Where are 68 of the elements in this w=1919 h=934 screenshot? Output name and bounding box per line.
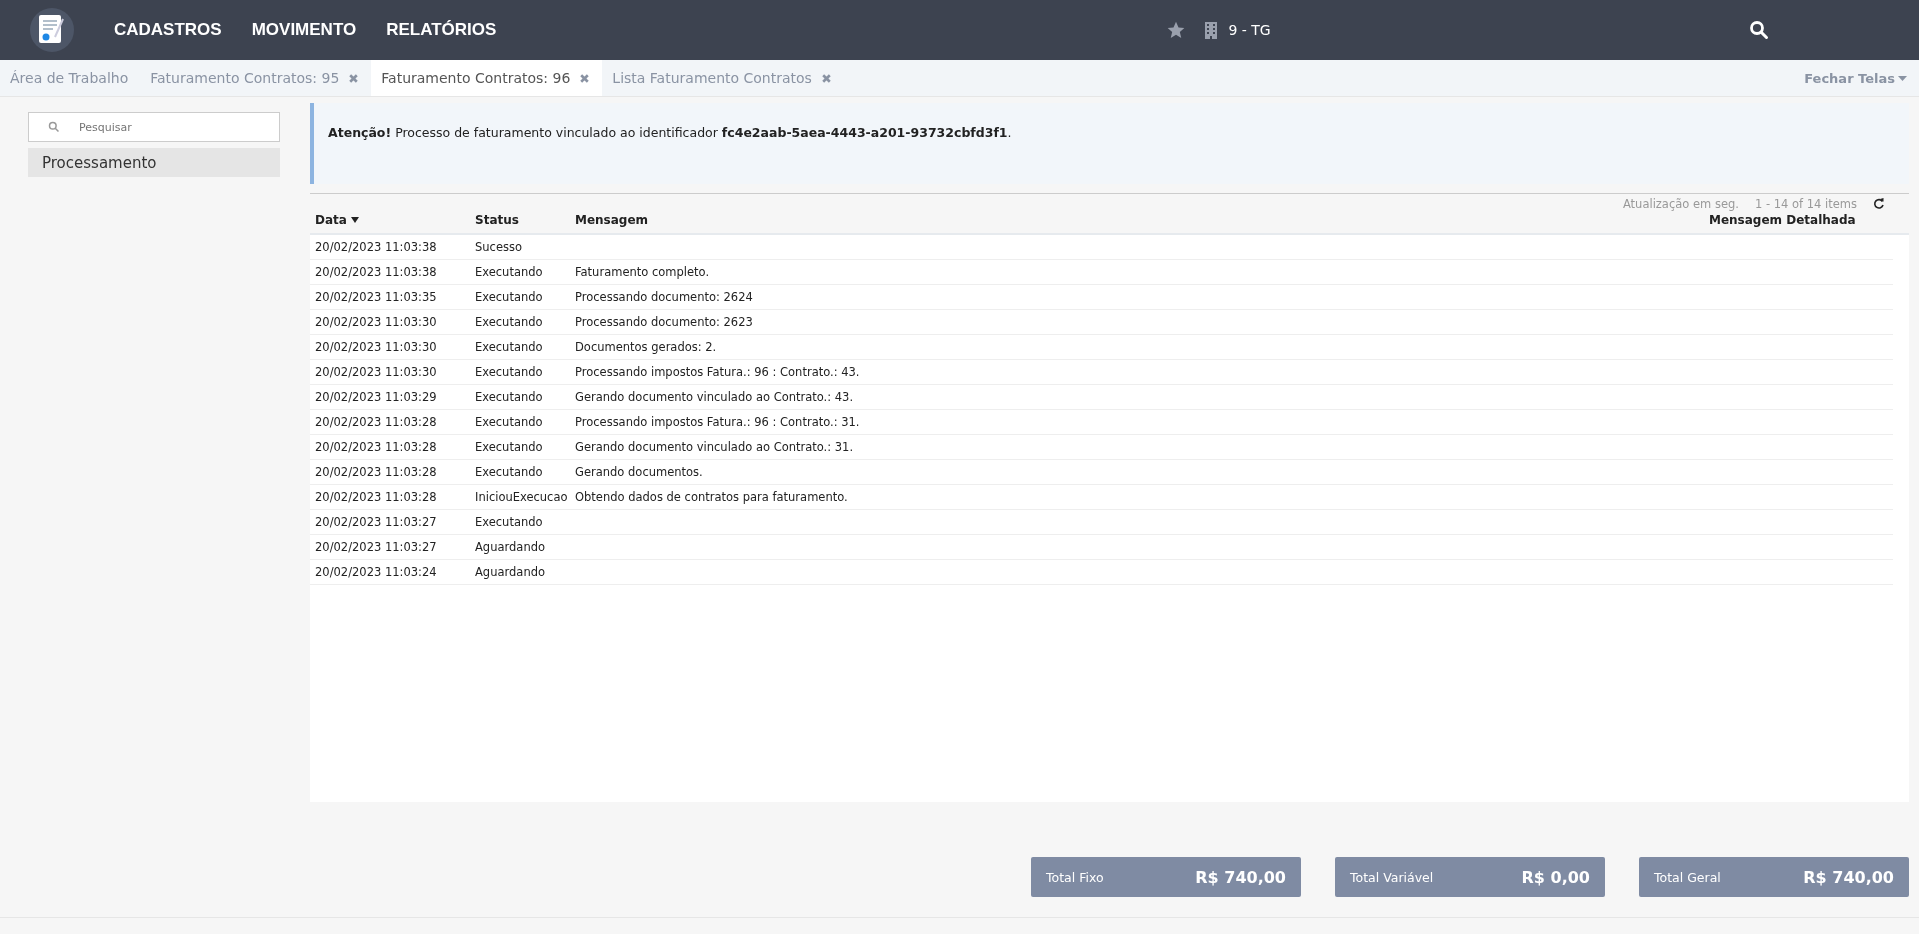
table-cell: 20/02/2023 11:03:30 [315, 365, 437, 379]
star-icon[interactable] [1166, 20, 1187, 40]
table-cell: Gerando documentos. [575, 465, 703, 479]
table-cell: 20/02/2023 11:03:27 [315, 540, 437, 554]
table-cell: Processando impostos Fatura.: 96 : Contrato.: 31. [575, 415, 860, 429]
table-cell: 20/02/2023 11:03:29 [315, 390, 437, 404]
table-cell: 20/02/2023 11:03:28 [315, 440, 437, 454]
screen-tab[interactable]: Faturamento Contratos: 96 [371, 60, 603, 96]
company-label[interactable]: 9 - TG [1228, 22, 1271, 38]
total-label: Total Geral [1654, 869, 1721, 885]
close-icon[interactable] [348, 72, 360, 84]
column-header[interactable]: Data [310, 213, 475, 227]
table-cell: 20/02/2023 11:03:38 [315, 240, 437, 254]
total-value: R$ 0,00 [1521, 867, 1590, 887]
table-cell: Aguardando [475, 565, 545, 579]
table-cell: Obtendo dados de contratos para faturamento. [575, 490, 848, 504]
total-value: R$ 740,00 [1803, 867, 1894, 887]
table-cell: Documentos gerados: 2. [575, 340, 717, 354]
table-cell: 20/02/2023 11:03:30 [315, 340, 437, 354]
building-icon [1204, 21, 1219, 39]
table-cell: Executando [475, 515, 543, 529]
table-cell: Processando documento: 2623 [575, 315, 753, 329]
table-cell: Executando [475, 315, 543, 329]
table-cell: Executando [475, 340, 543, 354]
search-icon[interactable] [1749, 20, 1769, 40]
table-cell: Executando [475, 265, 543, 279]
table-cell: 20/02/2023 11:03:35 [315, 290, 437, 304]
table-cell: 20/02/2023 11:03:28 [315, 415, 437, 429]
table-cell: Executando [475, 415, 543, 429]
sidebar-item[interactable]: Processamento [28, 148, 280, 177]
refresh-label: Atualização em seg. [1622, 197, 1739, 211]
caret-icon [1898, 75, 1907, 81]
table-cell: 20/02/2023 11:03:28 [315, 465, 437, 479]
table-cell: Executando [475, 390, 543, 404]
table-cell: Executando [475, 440, 543, 454]
column-header[interactable]: Status [475, 213, 575, 227]
table-cell: 20/02/2023 11:03:24 [315, 565, 437, 579]
table-cell: Executando [475, 365, 543, 379]
table-cell: IniciouExecucao [475, 490, 568, 504]
close-icon[interactable] [579, 72, 591, 84]
table-cell: Executando [475, 465, 543, 479]
nav-menu-item[interactable]: MOVIMENTO [251, 20, 357, 40]
document-logo-icon[interactable] [30, 8, 74, 52]
table-cell: Faturamento completo. [575, 265, 710, 279]
search-field[interactable]: Pesquisar [28, 112, 280, 142]
nav-menu-item[interactable]: CADASTROS [114, 20, 222, 40]
table-cell: Gerando documento vinculado ao Contrato.: 31. [575, 440, 854, 454]
refresh-icon[interactable] [1873, 198, 1885, 210]
table-cell: 20/02/2023 11:03:28 [315, 490, 437, 504]
column-header[interactable]: Mensagem [575, 213, 1709, 227]
total-label: Total Fixo [1046, 869, 1104, 885]
total-label: Total Variável [1350, 869, 1434, 885]
table-cell: 20/02/2023 11:03:30 [315, 315, 437, 329]
table-cell: Processando impostos Fatura.: 96 : Contrato.: 43. [575, 365, 860, 379]
column-header[interactable]: Mensagem Detalhada [1709, 213, 1909, 227]
table-cell: Executando [475, 290, 543, 304]
table-cell: Aguardando [475, 540, 545, 554]
table-cell: Gerando documento vinculado ao Contrato.: 43. [575, 390, 854, 404]
table-cell: 20/02/2023 11:03:38 [315, 265, 437, 279]
total-value: R$ 740,00 [1195, 867, 1286, 887]
close-icon[interactable] [820, 72, 832, 84]
sort-icon [350, 217, 359, 223]
pager-info: 1 - 14 of 14 items [1754, 197, 1857, 211]
nav-menu-item[interactable]: RELATÓRIOS [386, 20, 497, 40]
table-cell: Sucesso [475, 240, 522, 254]
alert-message: Atenção! Processo de faturamento vinculado ao identificador fc4e2aab-5aea-4443-a201-93732cbfd3f1. [310, 103, 1909, 184]
table-cell: 20/02/2023 11:03:27 [315, 515, 437, 529]
table-cell: Processando documento: 2624 [575, 290, 753, 304]
